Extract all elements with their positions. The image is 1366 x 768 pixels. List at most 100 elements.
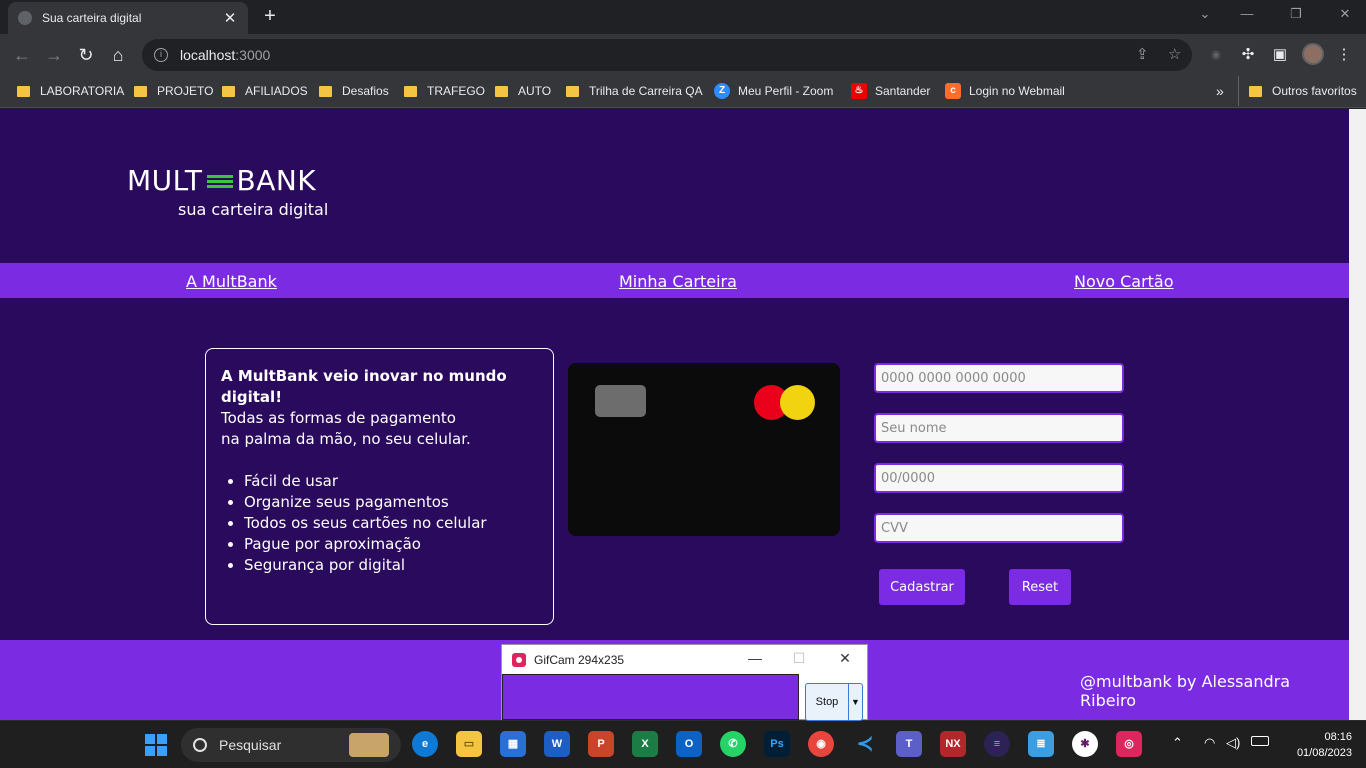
side-panel-icon[interactable]: ▣ — [1269, 44, 1291, 66]
gifcam-icon — [512, 652, 526, 667]
info-headline: A MultBank veio inovar no mundo digital! — [221, 367, 507, 406]
nav-link-about[interactable]: A MultBank — [186, 272, 277, 291]
bookmark-folder[interactable]: AUTO — [495, 76, 551, 106]
feature-item: Fácil de usar — [244, 471, 538, 492]
tab-search-icon[interactable]: ⌄ — [1190, 6, 1220, 22]
nx-icon[interactable]: NX — [940, 731, 966, 757]
folder-icon — [222, 85, 235, 97]
forward-icon[interactable]: → — [43, 44, 65, 66]
teams-icon[interactable]: T — [896, 731, 922, 757]
other-favorites-folder[interactable]: Outros favoritos — [1238, 76, 1357, 106]
expiry-input[interactable] — [874, 463, 1124, 493]
gifcam-titlebar[interactable]: GifCam 294x235 — ☐ ✕ — [502, 645, 867, 674]
bookmark-star-icon[interactable]: ☆ — [1168, 39, 1181, 71]
folder-icon — [404, 85, 417, 97]
gifcam-stop-button[interactable]: Stop ▼ — [805, 683, 863, 721]
gifcam-maximize-icon[interactable]: ☐ — [789, 650, 809, 667]
tab-title: Sua carteira digital — [42, 11, 142, 25]
bookmark-folder[interactable]: TRAFEGO — [404, 76, 485, 106]
gifcam-capture-frame[interactable] — [502, 674, 799, 720]
edge-icon[interactable]: e — [412, 731, 438, 757]
bookmark-link[interactable]: ♨ Santander — [851, 76, 930, 106]
profile-avatar[interactable] — [1302, 43, 1324, 65]
back-icon[interactable]: ← — [11, 44, 33, 66]
gifcam-window: GifCam 294x235 — ☐ ✕ Stop ▼ — [501, 644, 868, 721]
search-icon — [193, 738, 207, 752]
browser-tab[interactable]: Sua carteira digital ✕ — [8, 2, 248, 34]
bookmark-link[interactable]: c Login no Webmail — [945, 76, 1065, 106]
feature-item: Segurança por digital — [244, 555, 538, 576]
home-icon[interactable]: ⌂ — [107, 44, 129, 66]
excel-icon[interactable]: X — [632, 731, 658, 757]
bookmark-label: LABORATORIA — [40, 84, 125, 98]
site-info-icon[interactable]: i — [154, 48, 168, 62]
media-icon[interactable]: ◉ — [1205, 44, 1227, 66]
folder-icon — [566, 85, 579, 97]
page-scrollbar[interactable] — [1349, 109, 1366, 720]
gifcam-close-icon[interactable]: ✕ — [835, 650, 855, 667]
nav-link-new-card[interactable]: Novo Cartão — [1074, 272, 1174, 291]
close-tab-icon[interactable]: ✕ — [222, 9, 238, 27]
search-highlight-image — [349, 733, 389, 757]
main-content: A MultBank veio inovar no mundo digital!… — [0, 298, 1349, 640]
powerpoint-icon[interactable]: P — [588, 731, 614, 757]
system-clock[interactable]: 08:16 01/08/2023 — [1280, 729, 1352, 761]
reset-button[interactable]: Reset — [1009, 569, 1071, 605]
info-line: na palma da mão, no seu celular. — [221, 430, 471, 448]
photoshop-icon[interactable]: Ps — [764, 731, 790, 757]
restore-icon[interactable]: ❐ — [1281, 6, 1311, 22]
globe-icon — [18, 11, 32, 25]
name-input[interactable] — [874, 413, 1124, 443]
address-bar[interactable]: i localhost:3000 ⇪ ☆ — [142, 39, 1192, 71]
gifcam-minimize-icon[interactable]: — — [745, 650, 765, 666]
taskbar-search[interactable]: Pesquisar — [181, 728, 401, 762]
share-icon[interactable]: ⇪ — [1136, 39, 1149, 71]
register-button[interactable]: Cadastrar — [879, 569, 965, 605]
gifcam-taskbar-icon[interactable]: ◎ — [1116, 731, 1142, 757]
windows-start-icon[interactable] — [145, 734, 167, 756]
main-nav: A MultBank Minha Carteira Novo Cartão — [0, 263, 1349, 298]
show-hidden-icons-icon[interactable]: ⌃ — [1172, 735, 1183, 751]
bookmark-folder[interactable]: AFILIADOS — [222, 76, 308, 106]
whatsapp-icon[interactable]: ✆ — [720, 731, 746, 757]
close-window-icon[interactable]: ✕ — [1330, 6, 1360, 22]
notepad-icon[interactable]: ≣ — [1028, 731, 1054, 757]
word-icon[interactable]: W — [544, 731, 570, 757]
feature-item: Todos os seus cartões no celular — [244, 513, 538, 534]
credit-card-preview — [568, 363, 840, 536]
vscode-icon[interactable]: ≺ — [852, 731, 878, 757]
file-explorer-icon[interactable]: ▭ — [456, 731, 482, 757]
bookmark-label: Santander — [875, 84, 931, 98]
bookmark-folder[interactable]: Desafios — [319, 76, 389, 106]
menu-icon[interactable]: ⋮ — [1333, 44, 1355, 66]
dropdown-arrow-icon[interactable]: ▼ — [848, 684, 862, 720]
new-tab-button[interactable]: + — [258, 6, 282, 28]
store-icon[interactable]: ▦ — [500, 731, 526, 757]
cpanel-icon: c — [945, 83, 961, 99]
folder-icon — [1249, 85, 1262, 97]
extensions-icon[interactable]: ✣ — [1237, 44, 1259, 66]
volume-icon[interactable]: ◁) — [1226, 735, 1240, 751]
url-port: :3000 — [235, 47, 271, 63]
card-number-input[interactable] — [874, 363, 1124, 393]
footer-credit: @multbank by Alessandra Ribeiro — [1080, 672, 1290, 710]
battery-icon[interactable] — [1251, 736, 1269, 746]
cvv-input[interactable] — [874, 513, 1124, 543]
logo-text-left: MULT — [127, 164, 203, 197]
bookmark-folder[interactable]: Trilha de Carreira QA — [566, 76, 703, 106]
search-placeholder: Pesquisar — [219, 737, 282, 753]
nav-link-wallet[interactable]: Minha Carteira — [619, 272, 737, 291]
outlook-icon[interactable]: O — [676, 731, 702, 757]
wifi-icon[interactable]: ◠ — [1204, 735, 1215, 751]
bookmark-folder[interactable]: PROJETO — [134, 76, 213, 106]
slack-icon[interactable]: ✱ — [1072, 731, 1098, 757]
bookmark-link[interactable]: Z Meu Perfil - Zoom — [714, 76, 833, 106]
clock-date: 01/08/2023 — [1296, 747, 1352, 759]
chrome-icon[interactable]: ◉ — [808, 731, 834, 757]
more-bookmarks-icon[interactable]: » — [1216, 76, 1224, 106]
reload-icon[interactable]: ↻ — [75, 44, 97, 66]
minimize-icon[interactable]: — — [1232, 6, 1262, 21]
eclipse-icon[interactable]: ≡ — [984, 731, 1010, 757]
bookmark-folder[interactable]: LABORATORIA — [17, 76, 124, 106]
logo-bars-icon — [206, 174, 233, 188]
